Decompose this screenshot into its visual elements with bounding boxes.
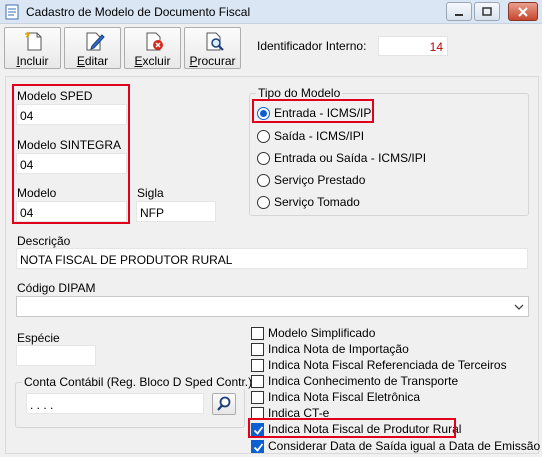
radio-button[interactable]	[257, 173, 270, 187]
radio-button[interactable]	[257, 195, 270, 209]
minimize-icon	[455, 13, 463, 16]
search-document-icon	[206, 32, 224, 51]
conta-contabil-field[interactable]: . . . .	[26, 393, 204, 414]
checkbox-label: Indica Conhecimento de Transporte	[268, 374, 459, 388]
codigo-dipam-combo[interactable]	[16, 296, 529, 317]
excluir-button[interactable]: Excluir	[124, 27, 181, 69]
procurar-button[interactable]: Procurar	[184, 27, 241, 69]
sigla-field[interactable]: NFP	[136, 201, 216, 222]
procurar-label: Procurar	[189, 54, 236, 68]
highlight-modelo-box	[12, 84, 130, 224]
radio-button[interactable]	[257, 151, 270, 165]
maximize-button[interactable]	[474, 2, 500, 21]
radio-label: Saída - ICMS/IPI	[274, 129, 365, 143]
especie-label: Espécie	[17, 331, 60, 345]
editar-label: Editar	[76, 54, 109, 68]
maximize-icon	[482, 6, 492, 16]
minimize-button[interactable]	[446, 2, 472, 21]
checkbox-row-3[interactable]: Indica Conhecimento de Transporte	[251, 374, 458, 388]
checkbox-row-2[interactable]: Indica Nota Fiscal Referenciada de Terce…	[251, 358, 507, 372]
radio-label: Serviço Tomado	[274, 195, 360, 209]
checkbox-label: Indica Nota de Importação	[268, 342, 409, 356]
checkbox[interactable]	[251, 342, 264, 356]
sigla-label: Sigla	[137, 186, 164, 200]
checkmark-icon	[253, 442, 264, 452]
checkbox[interactable]	[251, 326, 264, 340]
highlight-entrada-box	[252, 99, 374, 123]
window-title: Cadastro de Modelo de Documento Fiscal	[26, 5, 251, 19]
checkbox-row-1[interactable]: Indica Nota de Importação	[251, 342, 409, 356]
highlight-produtor-rural-box	[248, 418, 456, 438]
radio-option-4[interactable]: Serviço Tomado	[257, 195, 360, 209]
identificador-field[interactable]: 14	[378, 36, 448, 56]
conta-search-button[interactable]	[212, 393, 236, 415]
radio-button[interactable]	[257, 129, 270, 143]
close-icon	[518, 6, 528, 17]
codigo-dipam-label: Código DIPAM	[17, 281, 96, 295]
radio-option-3[interactable]: Serviço Prestado	[257, 173, 365, 187]
checkbox-label: Indica Nota Fiscal Referenciada de Terce…	[268, 358, 507, 372]
descricao-field[interactable]: NOTA FISCAL DE PRODUTOR RURAL	[16, 248, 528, 269]
incluir-button[interactable]: Incluir	[4, 27, 61, 69]
especie-field[interactable]	[16, 345, 96, 366]
checkbox-row-7[interactable]: Considerar Data de Saída igual a Data de…	[251, 439, 540, 453]
identificador-label: Identificador Interno:	[257, 39, 367, 53]
checkbox-row-4[interactable]: Indica Nota Fiscal Eletrônica	[251, 390, 420, 404]
title-bar: Cadastro de Modelo de Documento Fiscal	[0, 0, 542, 24]
delete-icon	[146, 32, 163, 51]
incluir-label: Incluir	[16, 54, 49, 68]
radio-option-2[interactable]: Entrada ou Saída - ICMS/IPI	[257, 151, 426, 165]
checkbox-row-0[interactable]: Modelo Simplificado	[251, 326, 375, 340]
checkbox[interactable]	[251, 358, 264, 372]
excluir-label: Excluir	[134, 54, 171, 68]
document-icon	[5, 4, 19, 20]
radio-label: Serviço Prestado	[274, 173, 366, 187]
checkbox[interactable]	[251, 390, 264, 404]
editar-button[interactable]: Editar	[64, 27, 121, 69]
checkbox[interactable]	[251, 439, 264, 453]
descricao-label: Descrição	[17, 234, 71, 248]
checkbox[interactable]	[251, 374, 264, 388]
chevron-down-icon	[514, 304, 524, 310]
checkbox-label: Modelo Simplificado	[268, 326, 376, 340]
checkbox-label: Indica Nota Fiscal Eletrônica	[268, 390, 421, 404]
checkbox-label: Considerar Data de Saída igual a Data de…	[268, 439, 541, 453]
search-icon	[217, 396, 231, 411]
radio-label: Entrada ou Saída - ICMS/IPI	[274, 151, 427, 165]
edit-icon	[86, 32, 105, 51]
tipo-modelo-title: Tipo do Modelo	[256, 86, 343, 100]
new-document-icon	[25, 31, 42, 51]
radio-option-1[interactable]: Saída - ICMS/IPI	[257, 129, 364, 143]
conta-contabil-title: Conta Contábil (Reg. Bloco D Sped Contr.…	[22, 375, 255, 389]
close-button[interactable]	[508, 2, 538, 21]
